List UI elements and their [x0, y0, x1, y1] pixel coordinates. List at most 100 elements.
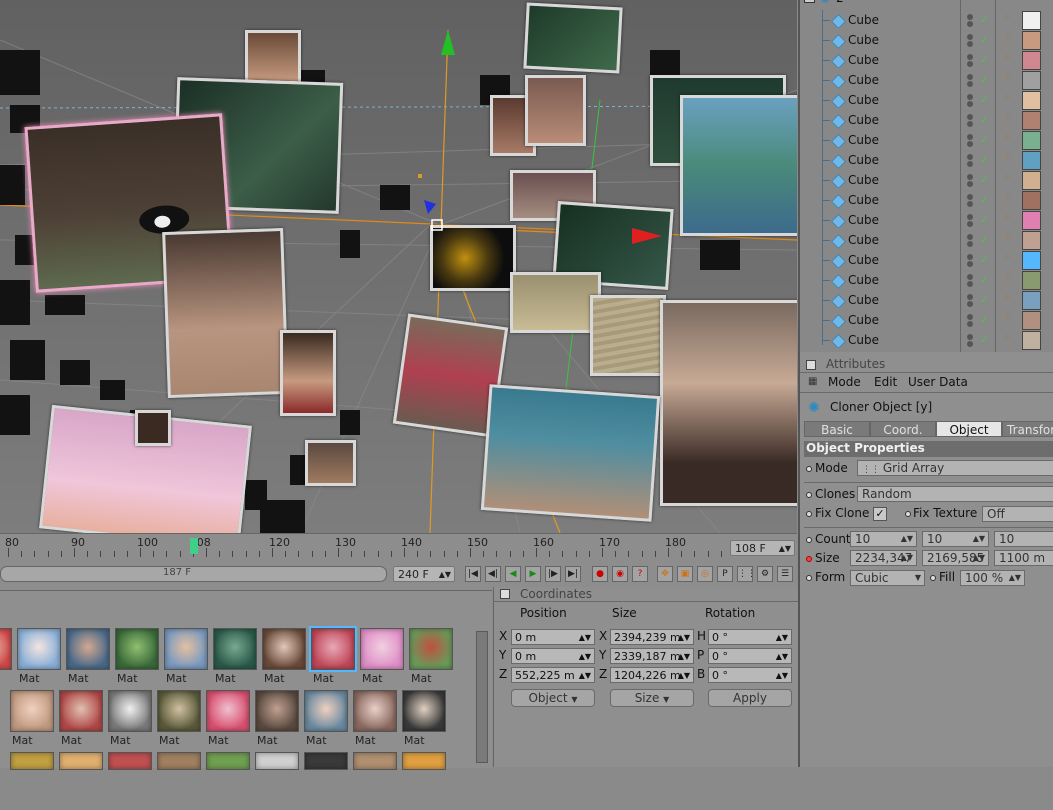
menu-edit[interactable]: Edit — [874, 375, 897, 389]
object-row-cube[interactable]: Cube ✓ ⁘ — [800, 330, 1053, 350]
material-thumbnail[interactable]: Mat — [10, 690, 54, 748]
object-name[interactable]: Cube — [848, 253, 879, 267]
object-row-cube[interactable]: Cube ✓ ⁘ — [800, 30, 1053, 50]
enabled-check-icon[interactable]: ✓ — [980, 173, 989, 186]
material-thumbnail[interactable]: Mat — [360, 628, 404, 686]
render-visibility-dot[interactable] — [967, 141, 973, 147]
size-z-field[interactable]: 1100 m — [994, 550, 1053, 566]
material-tag-icon[interactable] — [1022, 211, 1041, 230]
go-to-end-button[interactable]: ▶| — [565, 566, 581, 582]
next-frame-button[interactable]: |▶ — [545, 566, 561, 582]
object-name[interactable]: Cube — [848, 53, 879, 67]
object-row-cube[interactable]: Cube ✓ ⁘ — [800, 70, 1053, 90]
material-thumbnail[interactable] — [304, 752, 348, 810]
clones-dropdown[interactable]: Random — [857, 486, 1053, 502]
render-visibility-dot[interactable] — [967, 181, 973, 187]
object-name[interactable]: Cube — [848, 173, 879, 187]
rotation-field[interactable]: 0 ° ▲▼ — [708, 629, 792, 645]
keyframe-selection-icon[interactable]: ? — [632, 566, 648, 582]
render-visibility-dot[interactable] — [967, 121, 973, 127]
object-row-cube[interactable]: Cube ✓ ⁘ — [800, 110, 1053, 130]
material-thumbnail[interactable]: Mat — [59, 690, 103, 748]
material-thumbnail[interactable] — [108, 752, 152, 810]
material-tag-icon[interactable] — [1022, 51, 1041, 70]
texture-tag-icon[interactable]: ⁘ — [1003, 51, 1012, 64]
material-tag-icon[interactable] — [1022, 171, 1041, 190]
object-row-cube[interactable]: Cube ✓ ⁘ — [800, 90, 1053, 110]
object-row-cube[interactable]: Cube ✓ ⁘ — [800, 190, 1053, 210]
fill-anim-dot[interactable] — [930, 575, 936, 581]
material-thumbnail[interactable]: Mat — [108, 690, 152, 748]
material-tag-icon[interactable] — [1022, 271, 1041, 290]
editor-visibility-dot[interactable] — [967, 114, 973, 120]
render-visibility-dot[interactable] — [967, 101, 973, 107]
attributes-toggle-icon[interactable] — [806, 360, 816, 370]
form-dropdown[interactable]: Cubic ▼ — [850, 570, 925, 586]
object-row-cube[interactable]: Cube ✓ ⁘ — [800, 250, 1053, 270]
texture-tag-icon[interactable]: ⁘ — [1003, 211, 1012, 224]
material-tag-icon[interactable] — [1022, 191, 1041, 210]
enabled-check-icon[interactable]: ✓ — [980, 233, 989, 246]
pla-key-icon[interactable]: ⋮⋮ — [737, 566, 756, 582]
object-row-cube[interactable]: Cube ✓ ⁘ — [800, 230, 1053, 250]
material-thumbnail[interactable] — [157, 752, 201, 810]
editor-visibility-dot[interactable] — [967, 34, 973, 40]
material-thumbnail[interactable]: Mat — [0, 628, 12, 686]
enabled-check-icon[interactable]: ✓ — [980, 293, 989, 306]
editor-visibility-dot[interactable] — [967, 54, 973, 60]
play-forward-button[interactable]: ▶ — [525, 566, 541, 582]
material-thumbnail[interactable]: Mat — [213, 628, 257, 686]
clones-anim-dot[interactable] — [806, 492, 812, 498]
editor-visibility-dot[interactable] — [967, 94, 973, 100]
enabled-check-icon[interactable]: ✓ — [980, 333, 989, 346]
texture-tag-icon[interactable]: ⁘ — [1003, 71, 1012, 84]
collapse-icon[interactable]: − — [804, 0, 815, 3]
object-name[interactable]: Cube — [848, 293, 879, 307]
material-tag-icon[interactable] — [1022, 71, 1041, 90]
material-scrollbar[interactable] — [476, 631, 488, 763]
material-thumbnail[interactable] — [255, 752, 299, 810]
enabled-check-icon[interactable]: ✓ — [980, 213, 989, 226]
editor-visibility-dot[interactable] — [967, 314, 973, 320]
size-y-field[interactable]: 2169,585 ▲▼ — [922, 550, 989, 566]
editor-visibility-dot[interactable] — [967, 194, 973, 200]
rotation-field[interactable]: 0 ° ▲▼ — [708, 667, 792, 683]
material-thumbnail[interactable]: Mat — [164, 628, 208, 686]
menu-mode[interactable]: Mode — [828, 375, 861, 389]
object-row-cube[interactable]: Cube ✓ ⁘ — [800, 290, 1053, 310]
enabled-check-icon[interactable]: ✓ — [980, 193, 989, 206]
enabled-check-icon[interactable]: ✓ — [980, 73, 989, 86]
playhead[interactable] — [190, 538, 198, 554]
object-name[interactable]: Cube — [848, 93, 879, 107]
object-name[interactable]: Cube — [848, 13, 879, 27]
render-visibility-dot[interactable] — [967, 21, 973, 27]
object-name[interactable]: Cube — [848, 33, 879, 47]
material-tag-icon[interactable] — [1022, 291, 1041, 310]
object-manager[interactable]: − ✺ 2 Cube ✓ ⁘ Cube ✓ ⁘ Cube — [798, 0, 1053, 352]
fix-texture-dropdown[interactable]: Off — [982, 506, 1053, 522]
size-x-field[interactable]: 2234,347 ▲▼ — [850, 550, 917, 566]
material-thumbnail[interactable] — [353, 752, 397, 810]
form-anim-dot[interactable] — [806, 575, 812, 581]
tab-basic[interactable]: Basic — [804, 421, 870, 437]
texture-tag-icon[interactable]: ⁘ — [1003, 271, 1012, 284]
render-visibility-dot[interactable] — [967, 321, 973, 327]
object-row-cube[interactable]: Cube ✓ ⁘ — [800, 130, 1053, 150]
render-visibility-dot[interactable] — [967, 201, 973, 207]
editor-visibility-dot[interactable] — [967, 134, 973, 140]
fix-clone-anim-dot[interactable] — [806, 511, 812, 517]
timeline-ruler[interactable]: 80 90 100 108 120 130 140 150 160 170 180 — [0, 534, 725, 559]
editor-visibility-dot[interactable] — [967, 14, 973, 20]
position-field[interactable]: 552,225 m ▲▼ — [511, 667, 595, 683]
timeline[interactable]: 80 90 100 108 120 130 140 150 160 170 180 108 F ▲▼ … — [0, 533, 797, 591]
position-field[interactable]: 0 m ▲▼ — [511, 648, 595, 664]
editor-visibility-dot[interactable] — [967, 174, 973, 180]
scale-key-icon[interactable]: ▣ — [677, 566, 693, 582]
object-name[interactable]: Cube — [848, 193, 879, 207]
texture-tag-icon[interactable]: ⁘ — [1003, 311, 1012, 324]
tab-object[interactable]: Object — [936, 421, 1002, 437]
render-visibility-dot[interactable] — [967, 261, 973, 267]
material-tag-icon[interactable] — [1022, 331, 1041, 350]
parameter-key-icon[interactable]: P — [717, 566, 733, 582]
3d-viewport[interactable] — [0, 0, 797, 533]
